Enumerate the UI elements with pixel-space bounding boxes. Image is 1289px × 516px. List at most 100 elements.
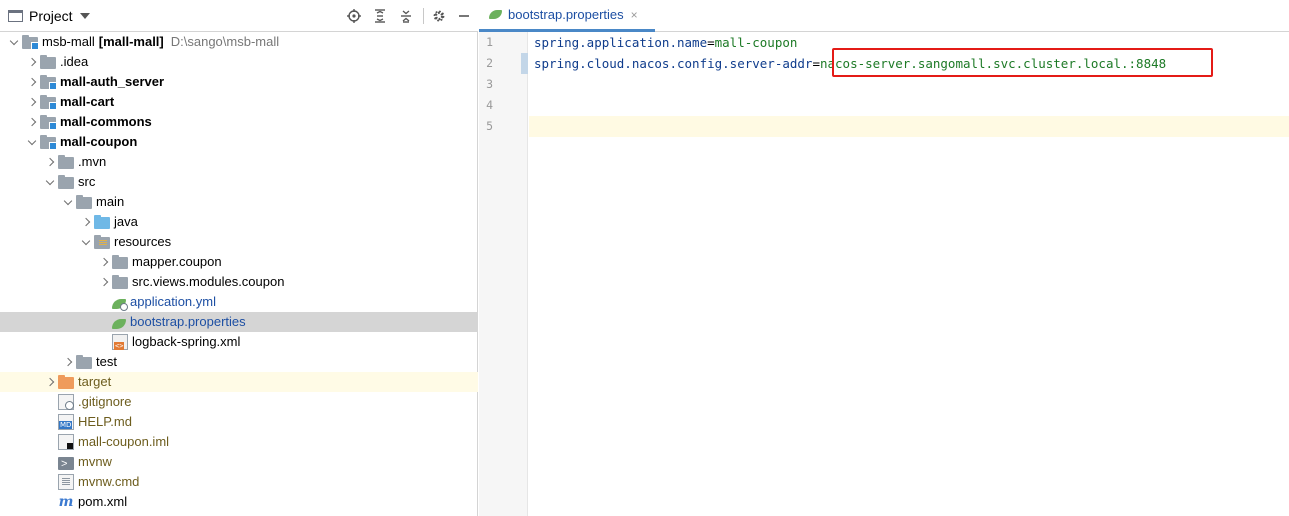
gear-icon[interactable] xyxy=(431,8,447,24)
iml-file-icon xyxy=(58,434,74,450)
property-value: mall-coupon xyxy=(714,35,798,50)
chevron-down-icon[interactable] xyxy=(60,192,76,212)
chevron-right-icon[interactable] xyxy=(24,52,40,72)
folder-icon xyxy=(76,355,92,369)
project-title: Project xyxy=(29,8,73,24)
tree-item-label: pom.xml xyxy=(78,494,128,509)
chevron-down-icon[interactable] xyxy=(24,132,40,152)
property-key: spring.application.name xyxy=(534,35,708,50)
tree-item[interactable]: mall-cart xyxy=(0,92,478,112)
tree-item-label: java xyxy=(114,214,138,229)
line-number-gutter: 1 2 3 4 5 xyxy=(479,32,528,516)
tree-item-label: main xyxy=(96,194,125,209)
minimize-icon[interactable] xyxy=(456,8,472,24)
tree-item[interactable]: mvnw.cmd xyxy=(0,472,478,492)
close-icon[interactable]: × xyxy=(631,8,638,22)
tree-item[interactable]: .gitignore xyxy=(0,392,478,412)
tree-item-label: mall-coupon xyxy=(60,134,138,149)
line-number: 2 xyxy=(486,56,493,70)
tree-item-label: mall-coupon.iml xyxy=(78,434,170,449)
tree-item[interactable]: .idea xyxy=(0,52,478,72)
resources-folder-icon xyxy=(94,235,110,249)
locate-icon[interactable] xyxy=(346,8,362,24)
tree-item[interactable]: HELP.md xyxy=(0,412,478,432)
code-area[interactable]: spring.application.name=mall-coupon sprin… xyxy=(529,32,1289,516)
chevron-down-icon[interactable] xyxy=(42,172,58,192)
tree-item[interactable]: application.yml xyxy=(0,292,478,312)
tree-item[interactable]: logback-spring.xml xyxy=(0,332,478,352)
tree-item-label: src xyxy=(78,174,96,189)
tree-item-label: .idea xyxy=(60,54,89,69)
tree-item-label: bootstrap.properties xyxy=(130,314,246,329)
tree-item[interactable]: mapper.coupon xyxy=(0,252,478,272)
tree-item-label: mvnw.cmd xyxy=(78,474,140,489)
chevron-right-icon[interactable] xyxy=(78,212,94,232)
tree-item[interactable]: mall-coupon.iml xyxy=(0,432,478,452)
tree-item[interactable]: src.views.modules.coupon xyxy=(0,272,478,292)
tree-item[interactable]: mall-coupon xyxy=(0,132,478,152)
module-folder-icon xyxy=(40,95,57,110)
chevron-down-icon[interactable] xyxy=(78,232,94,252)
chevron-right-icon[interactable] xyxy=(96,252,112,272)
line-number: 1 xyxy=(486,35,493,49)
cmd-file-icon xyxy=(58,474,74,490)
collapse-all-icon[interactable] xyxy=(398,8,414,24)
tree-item-path: D:\sango\msb-mall xyxy=(170,34,280,49)
tree-item[interactable]: resources xyxy=(0,232,478,252)
tree-item-label: mapper.coupon xyxy=(132,254,222,269)
module-folder-icon xyxy=(22,35,39,50)
change-marker xyxy=(521,53,528,74)
expand-all-icon[interactable] xyxy=(372,8,388,24)
code-line[interactable] xyxy=(529,74,1289,95)
excluded-folder-icon xyxy=(58,375,74,389)
markdown-file-icon xyxy=(58,414,74,430)
spring-yml-icon xyxy=(112,298,128,311)
tree-item[interactable]: src xyxy=(0,172,478,192)
project-tree: msb-mall [mall-mall] D:\sango\msb-mall .ide… xyxy=(0,32,478,512)
code-line[interactable] xyxy=(529,116,1289,137)
tree-item[interactable]: msb-mall [mall-mall] D:\sango\msb-mall xyxy=(0,32,478,52)
tree-item-module-name: [mall-mall] xyxy=(98,34,164,49)
tab-bootstrap-properties[interactable]: bootstrap.properties × xyxy=(479,0,655,32)
folder-icon xyxy=(58,155,74,169)
module-folder-icon xyxy=(40,135,57,150)
editor-tab-bar: bootstrap.properties × xyxy=(479,0,1289,32)
module-folder-icon xyxy=(40,115,57,130)
code-line[interactable] xyxy=(529,95,1289,116)
tree-item[interactable]: .mvn xyxy=(0,152,478,172)
folder-icon xyxy=(40,55,56,69)
spring-leaf-icon xyxy=(489,10,502,19)
tree-item[interactable]: test xyxy=(0,352,478,372)
tree-item[interactable]: main xyxy=(0,192,478,212)
project-view-selector[interactable]: Project xyxy=(8,7,90,25)
chevron-right-icon[interactable] xyxy=(60,352,76,372)
chevron-right-icon[interactable] xyxy=(24,72,40,92)
tree-item[interactable]: bootstrap.properties xyxy=(0,312,478,332)
tree-item[interactable]: mall-auth_server xyxy=(0,72,478,92)
tree-item-label: HELP.md xyxy=(78,414,132,429)
chevron-down-icon[interactable] xyxy=(6,32,22,52)
line-number: 4 xyxy=(486,98,493,112)
chevron-down-icon xyxy=(79,13,90,19)
chevron-right-icon[interactable] xyxy=(42,152,58,172)
tree-item-label: mall-auth_server xyxy=(60,74,165,89)
tree-item-label: msb-mall xyxy=(42,34,95,49)
tree-item[interactable]: m pom.xml xyxy=(0,492,478,512)
tree-item[interactable]: java xyxy=(0,212,478,232)
chevron-right-icon[interactable] xyxy=(24,112,40,132)
chevron-right-icon[interactable] xyxy=(24,92,40,112)
line-number: 5 xyxy=(486,119,493,133)
chevron-right-icon[interactable] xyxy=(42,372,58,392)
tree-item-label: mvnw xyxy=(78,454,112,469)
tree-item[interactable]: mall-commons xyxy=(0,112,478,132)
property-separator: = xyxy=(707,35,715,50)
tree-item[interactable]: mvnw xyxy=(0,452,478,474)
tree-item[interactable]: target xyxy=(0,372,478,392)
chevron-right-icon[interactable] xyxy=(96,272,112,292)
tree-item-label: application.yml xyxy=(130,294,216,309)
project-panel: Project msb-mall [mall-mall] D:\sango\msb-… xyxy=(0,0,478,516)
